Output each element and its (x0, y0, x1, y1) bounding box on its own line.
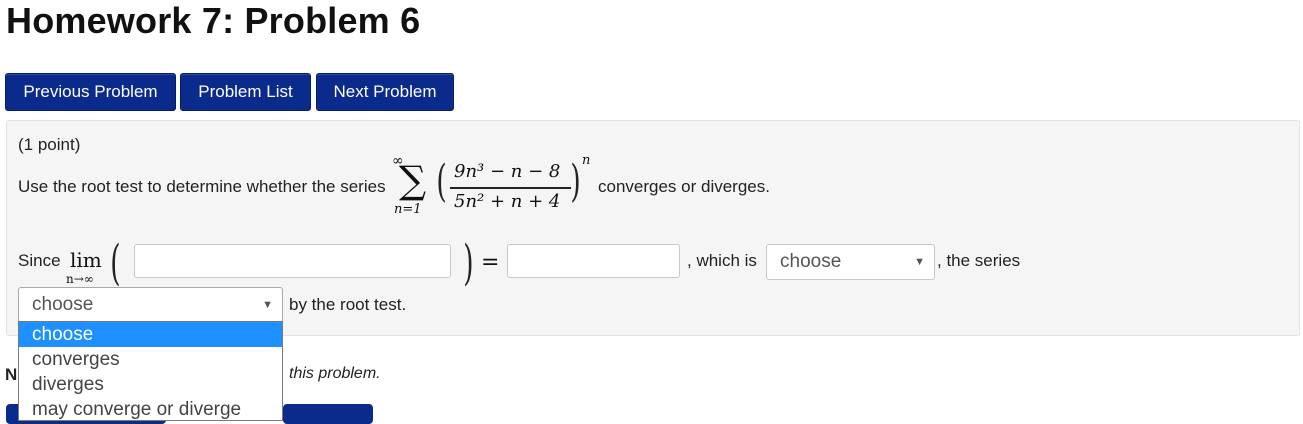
the-series-label: , the series (937, 251, 1021, 270)
since-label: Since (18, 251, 61, 270)
problem-list-button[interactable]: Problem List (180, 73, 311, 111)
which-is-label: , which is (687, 251, 757, 270)
prompt-prefix: Use the root test to determine whether t… (18, 177, 386, 196)
lim-left-paren: ( (110, 235, 121, 291)
series-exponent: n (582, 153, 591, 168)
note-fragment: this problem. (289, 365, 381, 382)
next-problem-button[interactable]: Next Problem (316, 73, 454, 111)
previous-problem-button[interactable]: Previous Problem (5, 73, 176, 111)
page-title: Homework 7: Problem 6 (6, 0, 421, 41)
right-paren: ) (570, 156, 581, 207)
chevron-down-icon: ▼ (262, 299, 273, 311)
note-cut-letter: N (5, 365, 18, 384)
answer-limit-input[interactable] (134, 244, 451, 278)
numerator: 9n³ − n − 8 (454, 161, 561, 182)
lim-label: lim (70, 248, 102, 272)
denominator: 5n² + n + 4 (454, 191, 561, 212)
comparison-select-value: choose (780, 251, 842, 272)
equals-sign: = (481, 250, 500, 275)
sigma-symbol: ∑ (399, 158, 427, 202)
comparison-select[interactable]: choose ▼ (766, 244, 935, 280)
conclusion-select-value: choose (32, 294, 94, 315)
lim-right-paren: ) (463, 235, 474, 291)
points-label: (1 point) (18, 135, 81, 154)
chevron-down-icon: ▼ (914, 256, 925, 268)
conclusion-select[interactable]: choose ▼ (18, 287, 283, 323)
option-choose[interactable]: choose (19, 322, 282, 347)
by-root-test-label: by the root test. (289, 295, 407, 314)
left-paren: ( (436, 156, 447, 207)
answer-value-input[interactable] (507, 244, 680, 278)
option-converges[interactable]: converges (19, 347, 282, 372)
prompt-suffix: converges or diverges. (598, 177, 770, 196)
option-diverges[interactable]: diverges (19, 372, 282, 397)
conclusion-dropdown-list: choose converges diverges may converge o… (18, 321, 283, 421)
sum-lower: n=1 (394, 202, 422, 217)
answer-button-partial[interactable] (283, 404, 373, 424)
option-may-converge-or-diverge[interactable]: may converge or diverge (19, 397, 282, 422)
lim-subscript: n→∞ (66, 272, 94, 286)
fraction-bar (450, 187, 571, 189)
